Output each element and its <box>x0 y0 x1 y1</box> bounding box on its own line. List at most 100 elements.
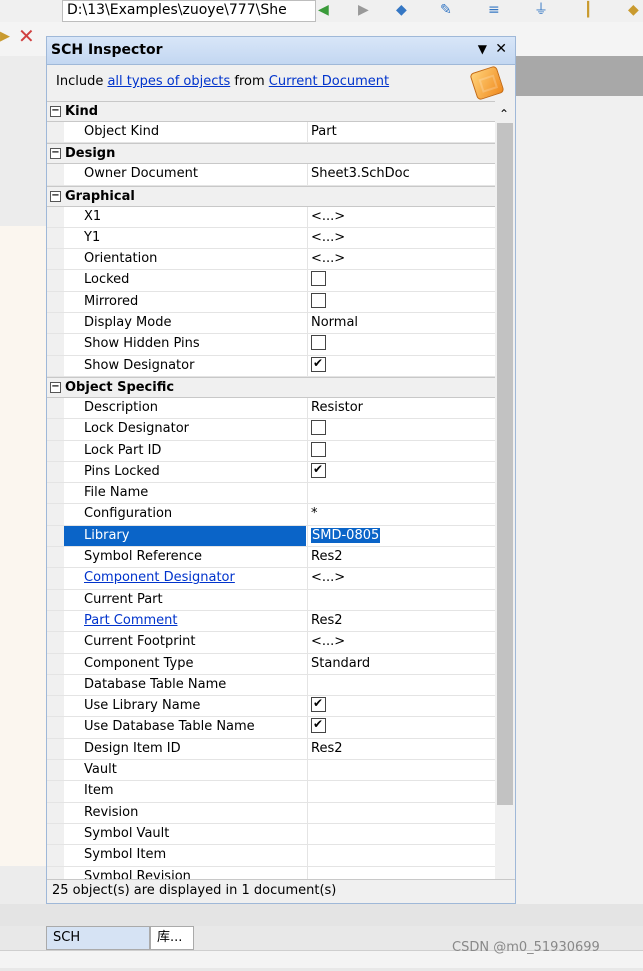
property-row[interactable]: Y1<...> <box>47 228 495 249</box>
property-value[interactable]: <...> <box>307 632 495 652</box>
collapse-icon[interactable]: − <box>50 191 61 202</box>
section-header[interactable]: −Design <box>47 143 495 164</box>
filter-icon[interactable] <box>469 65 504 100</box>
property-name[interactable]: Component Designator <box>84 568 304 588</box>
checkbox[interactable] <box>311 420 326 435</box>
property-row[interactable]: X1<...> <box>47 207 495 228</box>
play-icon[interactable]: ▶ <box>0 29 10 44</box>
property-row[interactable]: Object KindPart <box>47 122 495 143</box>
forward-icon[interactable]: ▶ <box>358 2 369 18</box>
property-row[interactable]: Show Hidden Pins <box>47 334 495 355</box>
checkbox[interactable] <box>311 442 326 457</box>
tab-sch-inspector[interactable]: SCH Inspector <box>46 926 150 950</box>
property-value[interactable]: Resistor <box>307 398 495 418</box>
collapse-icon[interactable]: − <box>50 382 61 393</box>
object-types-link[interactable]: all types of objects <box>107 74 230 89</box>
misc-icon[interactable]: ◆ <box>628 2 639 18</box>
align-icon[interactable]: ≡ <box>488 2 500 18</box>
checkbox[interactable] <box>311 463 326 478</box>
property-value[interactable] <box>307 419 495 439</box>
collapse-icon[interactable]: − <box>50 106 61 117</box>
checkbox[interactable] <box>311 335 326 350</box>
document-scope-link[interactable]: Current Document <box>269 74 389 89</box>
property-row[interactable]: Design Item IDRes2 <box>47 739 495 760</box>
property-value[interactable] <box>307 675 495 695</box>
property-row[interactable]: Use Database Table Name <box>47 717 495 738</box>
property-value[interactable] <box>307 696 495 716</box>
property-value[interactable]: Res2 <box>307 739 495 759</box>
checkbox[interactable] <box>311 718 326 733</box>
tab-library[interactable]: 库... <box>150 926 194 950</box>
property-row[interactable]: Symbol Vault <box>47 824 495 845</box>
property-value[interactable] <box>307 717 495 737</box>
property-row[interactable]: Revision <box>47 803 495 824</box>
property-value[interactable]: <...> <box>307 249 495 269</box>
property-value[interactable] <box>307 292 495 312</box>
tool-icon[interactable]: ◆ <box>396 2 407 18</box>
property-row[interactable]: DescriptionResistor <box>47 398 495 419</box>
document-path-box[interactable]: D:\13\Examples\zuoye\777\She <box>62 0 316 22</box>
property-value[interactable]: Res2 <box>307 547 495 567</box>
property-row[interactable]: Configuration* <box>47 504 495 525</box>
property-row[interactable]: File Name <box>47 483 495 504</box>
property-value[interactable] <box>307 356 495 376</box>
panel-menu-icon[interactable]: ▼ <box>478 42 487 56</box>
collapse-icon[interactable]: − <box>50 148 61 159</box>
property-row[interactable]: Display ModeNormal <box>47 313 495 334</box>
property-value[interactable]: <...> <box>307 228 495 248</box>
property-row[interactable]: Owner DocumentSheet3.SchDoc <box>47 164 495 185</box>
property-row[interactable]: Locked <box>47 270 495 291</box>
property-value[interactable]: <...> <box>307 207 495 227</box>
vertical-scrollbar[interactable]: ⌃ ⌄ <box>495 101 515 889</box>
scroll-up-icon[interactable]: ⌃ <box>499 107 509 121</box>
property-value[interactable] <box>307 760 495 780</box>
property-row[interactable]: Current Part <box>47 590 495 611</box>
property-value[interactable]: Normal <box>307 313 495 333</box>
checkbox[interactable] <box>311 271 326 286</box>
property-value[interactable] <box>307 803 495 823</box>
property-row[interactable]: Current Footprint<...> <box>47 632 495 653</box>
property-value[interactable]: <...> <box>307 568 495 588</box>
property-row[interactable]: Show Designator <box>47 356 495 377</box>
section-header[interactable]: −Graphical <box>47 186 495 207</box>
property-row[interactable]: LibrarySMD-0805 <box>47 526 495 547</box>
property-row[interactable]: Symbol Item <box>47 845 495 866</box>
section-header[interactable]: −Object Specific <box>47 377 495 398</box>
property-row[interactable]: Orientation<...> <box>47 249 495 270</box>
property-row[interactable]: Database Table Name <box>47 675 495 696</box>
property-row[interactable]: Lock Part ID <box>47 441 495 462</box>
scroll-thumb[interactable] <box>497 123 513 805</box>
property-value[interactable] <box>307 824 495 844</box>
property-value[interactable]: SMD-0805 <box>307 526 495 546</box>
property-row[interactable]: Pins Locked <box>47 462 495 483</box>
ground-icon[interactable]: ⏚ <box>534 2 548 18</box>
property-row[interactable]: Component Designator<...> <box>47 568 495 589</box>
property-value[interactable] <box>307 462 495 482</box>
property-value[interactable] <box>307 781 495 801</box>
checkbox[interactable] <box>311 357 326 372</box>
property-name[interactable]: Part Comment <box>84 611 304 631</box>
port-icon[interactable]: ┃ <box>584 2 592 18</box>
property-value[interactable]: Sheet3.SchDoc <box>307 164 495 184</box>
property-row[interactable]: Part CommentRes2 <box>47 611 495 632</box>
property-row[interactable]: Use Library Name <box>47 696 495 717</box>
property-value[interactable] <box>307 334 495 354</box>
close-icon[interactable]: ✕ <box>18 26 35 46</box>
property-value[interactable] <box>307 270 495 290</box>
panel-close-icon[interactable]: ✕ <box>495 41 507 57</box>
property-row[interactable]: Vault <box>47 760 495 781</box>
schematic-canvas[interactable] <box>0 226 47 866</box>
checkbox[interactable] <box>311 293 326 308</box>
property-row[interactable]: Symbol ReferenceRes2 <box>47 547 495 568</box>
back-icon[interactable]: ◀ <box>318 2 329 18</box>
edit-icon[interactable]: ✎ <box>440 2 452 18</box>
property-row[interactable]: Component TypeStandard <box>47 654 495 675</box>
property-row[interactable]: Lock Designator <box>47 419 495 440</box>
property-row[interactable]: Mirrored <box>47 292 495 313</box>
property-value[interactable]: Part <box>307 122 495 142</box>
property-value[interactable] <box>307 483 495 503</box>
property-value[interactable]: * <box>307 504 495 524</box>
checkbox[interactable] <box>311 697 326 712</box>
property-value[interactable]: Res2 <box>307 611 495 631</box>
property-value[interactable] <box>307 590 495 610</box>
